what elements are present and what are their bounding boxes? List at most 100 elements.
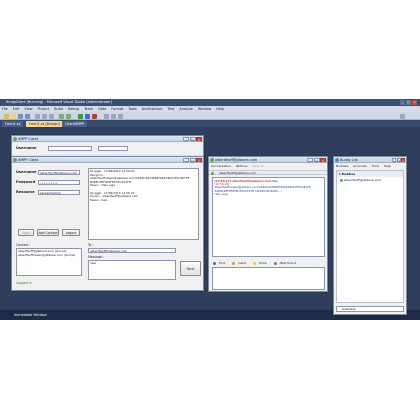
ide-toolbar <box>0 112 420 120</box>
to-label: To : <box>88 243 94 247</box>
insert-label: Insert <box>237 261 247 265</box>
menu-conversation[interactable]: Conversation <box>211 164 231 168</box>
menu-options[interactable]: Options <box>236 164 248 168</box>
menu-accounts[interactable]: Accounts <box>353 164 367 168</box>
close-icon[interactable]: x <box>196 157 202 162</box>
minimize-icon[interactable]: _ <box>392 157 396 162</box>
ide-close-button[interactable]: x <box>412 100 417 105</box>
menu-roster-help[interactable]: Help <box>384 164 391 168</box>
minimize-icon[interactable]: _ <box>307 157 313 162</box>
paste-icon[interactable] <box>49 113 54 119</box>
contact-list[interactable]: albertfeoff@jabbere.com (Online) albertf… <box>16 248 82 276</box>
logout-button[interactable]: Logout <box>62 229 80 236</box>
step-out-icon[interactable] <box>118 113 123 119</box>
back-window-title: XMPP Client <box>18 137 39 141</box>
save-icon[interactable] <box>18 113 23 119</box>
minimize-icon[interactable]: _ <box>183 136 189 141</box>
step-into-icon[interactable] <box>104 113 109 119</box>
pause-icon[interactable] <box>85 113 90 119</box>
smile-tool[interactable]: Smile <box>252 261 270 265</box>
maximize-icon[interactable]: □ <box>189 136 196 141</box>
minimize-icon[interactable]: _ <box>183 157 189 162</box>
attachment-tool[interactable]: Attachment <box>273 261 299 265</box>
menu-send-to[interactable]: Send To <box>252 164 264 168</box>
chat-reply-text: Halo juga <box>214 192 228 197</box>
back-log-box <box>98 145 128 151</box>
buddy-menu-bar: Buddies Accounts Tools Help <box>334 164 406 169</box>
list-item[interactable]: albertfeoffnewer@jabbere.com (Online) <box>18 253 80 258</box>
continue-icon[interactable] <box>78 113 83 119</box>
cut-icon[interactable] <box>35 113 40 119</box>
stop-icon[interactable] <box>92 113 97 119</box>
insert-tool[interactable]: Insert <box>231 261 249 265</box>
username-input[interactable]: albertfeoff@jabbere.com <box>38 169 80 175</box>
font-icon <box>213 261 216 265</box>
smile-icon <box>252 261 256 265</box>
message-input[interactable]: halo <box>88 260 176 280</box>
resource-label: Resource <box>16 190 35 194</box>
chat-input[interactable] <box>212 267 325 290</box>
attachment-label: Attachment <box>279 261 296 265</box>
back-window-title-bar[interactable]: XMPP Client _ □ x <box>12 136 203 142</box>
chat-menu-bar: Conversation Options Send To <box>209 164 327 169</box>
chat-log[interactable]: [14:56:27] albertfeoff@jabbere.com halo … <box>212 177 325 257</box>
maximize-icon[interactable]: □ <box>313 157 320 162</box>
buddy-list-title-bar[interactable]: Buddy List _ □ x <box>334 157 406 163</box>
font-label: Font <box>219 261 226 265</box>
message-label: Message : <box>88 255 105 259</box>
chat-toolbar: Font Insert Smile Attachment <box>213 261 302 265</box>
send-button[interactable]: Send <box>180 261 201 276</box>
toolbar-options-icon[interactable] <box>400 113 405 119</box>
step-over-icon[interactable] <box>111 113 116 119</box>
copy-icon[interactable] <box>42 113 47 119</box>
status-selector[interactable]: Available <box>336 306 404 312</box>
document-tab-strip: Form1.cs Form1.cs [Design] ClientXMPP <box>0 120 420 127</box>
buddy-list: ▾ Buddies albertfeoff@jabbere.com <box>336 170 404 303</box>
menu-buddies[interactable]: Buddies <box>336 164 348 168</box>
menu-roster-tools[interactable]: Tools <box>372 164 379 168</box>
buddy-list-title: Buddy List <box>340 158 358 162</box>
client-title-bar[interactable]: XMPP Client _ □ x <box>12 157 203 163</box>
buddy-name: albertfeoff@jabbere.com <box>343 178 382 182</box>
chat-contact-name: albertfeoff@jabbere.com <box>218 171 257 175</box>
online-status-icon <box>211 171 214 175</box>
add-contact-button[interactable]: Add Contact <box>37 229 59 236</box>
chat-icon <box>210 158 214 162</box>
maximize-icon[interactable]: □ <box>189 157 196 162</box>
close-icon[interactable]: x <box>401 157 405 162</box>
font-tool[interactable]: Font <box>213 261 228 265</box>
ide-status-text[interactable]: Immediate Window <box>14 313 47 317</box>
status-label: Logged In <box>16 281 32 285</box>
chat-sender-msg: halo <box>271 178 278 183</box>
new-project-icon[interactable] <box>4 113 9 119</box>
close-icon[interactable]: x <box>196 136 202 141</box>
online-status-icon <box>340 178 343 182</box>
login-button[interactable]: Login <box>18 229 34 236</box>
buddy-item[interactable]: albertfeoff@jabbere.com <box>337 177 403 183</box>
message-log[interactable]: Tanggal : 17/09/2010 14:56:20 Pengirim :… <box>88 168 199 240</box>
contact-label: Contact : <box>16 243 31 247</box>
redo-icon[interactable] <box>66 113 71 119</box>
ide-maximize-button[interactable]: □ <box>406 100 411 105</box>
ide-title: XmppClient (Running) - Microsoft Visual … <box>6 100 113 104</box>
save-all-icon[interactable] <box>25 113 30 119</box>
open-folder-icon[interactable] <box>11 113 16 119</box>
chat-contact-bar: albertfeoff@jabbere.com <box>209 170 327 175</box>
back-username-input[interactable] <box>48 145 92 151</box>
message-text: halo <box>90 261 97 265</box>
attachment-icon <box>273 261 277 265</box>
password-input[interactable]: •••••••••• <box>38 179 80 185</box>
maximize-icon[interactable]: □ <box>396 157 401 162</box>
ide-minimize-button[interactable]: _ <box>400 100 405 105</box>
resource-input[interactable]: serpententize <box>38 189 80 195</box>
close-icon[interactable]: x <box>320 157 326 162</box>
buddy-group-name: Buddies <box>341 172 356 176</box>
app-icon <box>13 137 17 141</box>
buddy-list-icon <box>335 158 339 162</box>
chat-title-bar[interactable]: albertfeoff@jabbere.com _ □ x <box>209 157 327 163</box>
app-icon <box>13 158 17 162</box>
insert-icon <box>231 261 235 265</box>
undo-icon[interactable] <box>59 113 64 119</box>
to-input[interactable]: albertfeoff@jabbere.com <box>88 248 176 253</box>
ide-title-bar: XmppClient (Running) - Microsoft Visual … <box>0 99 420 106</box>
